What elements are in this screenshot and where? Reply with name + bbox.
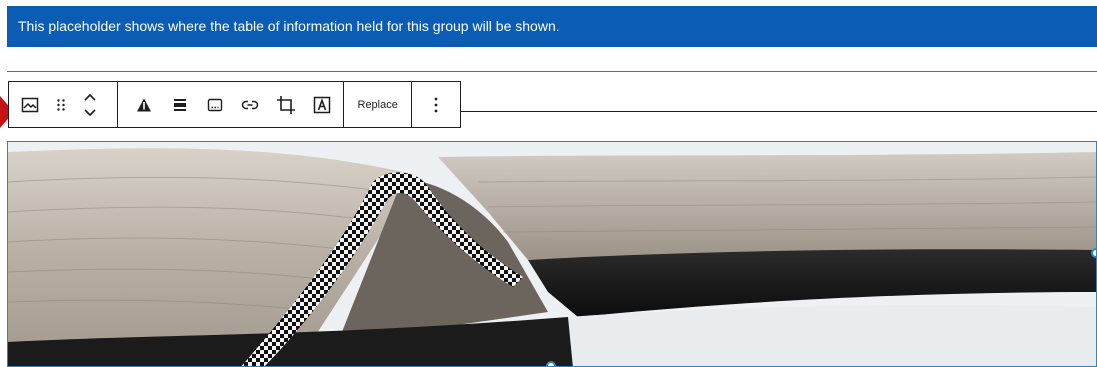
- link-icon: [241, 100, 259, 109]
- block-separator-line: [7, 71, 1097, 72]
- resize-handle-bottom[interactable]: [546, 361, 556, 366]
- toolbar-group-tools: [118, 82, 345, 127]
- placeholder-banner: This placeholder shows where the table o…: [7, 6, 1097, 47]
- crop-icon: [276, 95, 295, 114]
- toolbar-group-options: [412, 82, 460, 127]
- placeholder-banner-text: This placeholder shows where the table o…: [18, 18, 560, 34]
- more-options-button[interactable]: [421, 87, 451, 123]
- drag-handle-icon: [57, 98, 65, 111]
- move-up-down-icon: [84, 93, 96, 116]
- text-overlay-icon: [313, 96, 331, 113]
- toolbar-group-block: [9, 82, 118, 127]
- toolbar-guide-line: [461, 111, 1097, 112]
- align-icon: [173, 98, 186, 111]
- block-toolbar: Replace: [8, 81, 461, 128]
- image-icon: [21, 97, 39, 112]
- resize-handle-right[interactable]: [1091, 248, 1096, 258]
- caption-icon: [207, 98, 222, 111]
- caption-button[interactable]: [198, 87, 232, 123]
- image-block-button[interactable]: [13, 87, 47, 123]
- duotone-button[interactable]: [126, 87, 162, 123]
- link-button[interactable]: [232, 87, 268, 123]
- text-overlay-button[interactable]: [304, 87, 340, 123]
- more-options-icon: [434, 97, 438, 112]
- warning-triangle-icon: [136, 98, 151, 111]
- book-photo: [8, 142, 1096, 366]
- toolbar-group-replace: Replace: [344, 82, 413, 127]
- move-up-down-button[interactable]: [75, 87, 105, 123]
- replace-button[interactable]: Replace: [358, 87, 398, 123]
- align-button[interactable]: [162, 87, 198, 123]
- drag-handle[interactable]: [47, 87, 75, 123]
- crop-button[interactable]: [268, 87, 304, 123]
- image-block[interactable]: [7, 141, 1097, 367]
